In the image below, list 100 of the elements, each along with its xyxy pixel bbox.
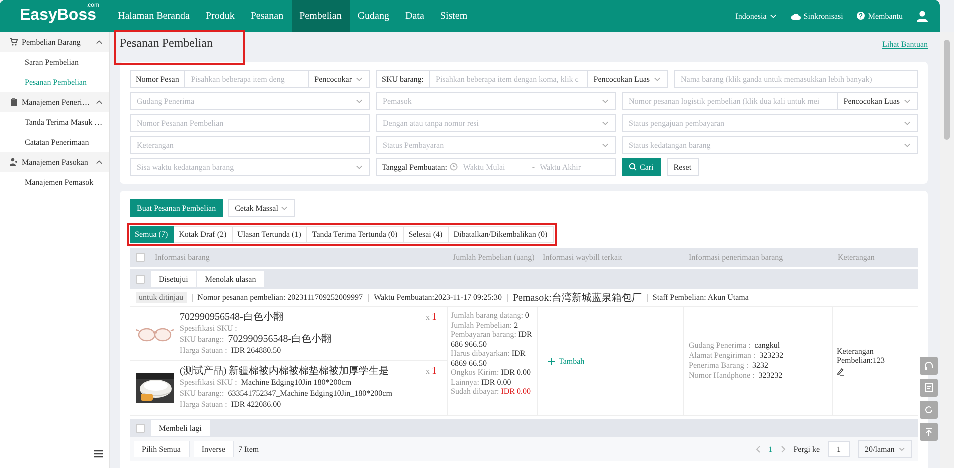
sidebar-item[interactable]: Manajemen Pemasok [0, 172, 109, 192]
document-icon[interactable] [920, 379, 938, 397]
product-detail: SKU barang:: 702990956548-白色小翻 [180, 335, 333, 345]
nav-tab[interactable]: Produk [198, 0, 243, 32]
bulk-action-button[interactable]: Menolak ulasan [197, 271, 266, 287]
text-field[interactable]: Pisahkan beberapa item dengan koma, klik c [429, 70, 588, 88]
purchase-note: Keterangan Pembelian:123 [837, 346, 886, 364]
page-size-select[interactable]: 20/laman [858, 440, 912, 458]
menu-icon[interactable] [94, 450, 103, 458]
nav-tab[interactable]: Halaman Beranda [110, 0, 198, 32]
page-input[interactable]: 1 [828, 441, 850, 457]
amount-line: Jumlah barang datang: 0 [451, 311, 530, 320]
help-button[interactable]: Membantu [857, 12, 903, 20]
caret-icon [356, 98, 363, 104]
back-to-top-icon[interactable] [920, 423, 938, 441]
buy-again-button[interactable]: Membeli lagi [151, 420, 211, 436]
nav-tab[interactable]: Sistem [432, 0, 476, 32]
inverse-button[interactable]: Inverse [194, 441, 234, 457]
caret-icon [654, 76, 661, 82]
column-header: Jumlah Pembelian (uang) [453, 253, 535, 262]
sidebar-item[interactable]: Tanda Terima Masuk … [0, 112, 109, 132]
clock-icon [450, 163, 458, 171]
sync-button[interactable]: Sinkronisasi [790, 12, 844, 20]
text-field[interactable]: Nama barang (klik ganda untuk memasukkan lebih banyak) [674, 70, 918, 88]
amount-line: Lainnya: IDR 0.00 [451, 378, 512, 387]
sidebar-group[interactable]: Manajemen Pasokan [0, 152, 109, 172]
caret-icon [281, 206, 288, 210]
cart-icon [10, 38, 18, 46]
item-count: 7 Item [238, 444, 260, 454]
sidebar-group[interactable]: Manajemen Peneri… [0, 92, 109, 112]
amount-line: Pembayaran barang: IDR 686 966.50 [451, 330, 534, 349]
select-all-button[interactable]: Pilih Semua [134, 441, 190, 457]
product-detail: Harga Satuan : IDR 422086.00 [180, 400, 282, 410]
search-button[interactable]: Cari [622, 158, 661, 176]
clipboard-icon [10, 98, 18, 106]
order-info: Staff Pembelian: Akun Utama [652, 293, 749, 302]
match-select[interactable]: Pencocokan Luas [588, 70, 668, 88]
refresh-icon[interactable] [920, 401, 938, 419]
bulk-action-button[interactable]: Disetujui [151, 271, 198, 287]
sidebar-group[interactable]: Pembelian Barang [0, 32, 109, 52]
nav-tab[interactable]: Data [398, 0, 432, 32]
column-header: Informasi waybill terkait [543, 253, 623, 262]
caret-icon [602, 98, 609, 104]
create-order-button[interactable]: Buat Pesanan Pembelian [130, 199, 224, 217]
caret-icon [904, 98, 911, 104]
text-field[interactable]: Nomor Pesanan Pembelian [130, 114, 370, 132]
nav-tab[interactable]: Gudang [350, 0, 398, 32]
receiving-detail: Gudang Penerima : cangkul [689, 341, 782, 351]
bulk-print-button[interactable]: Cetak Massal [228, 199, 296, 217]
checkbox[interactable] [136, 424, 145, 432]
tab[interactable]: Tanda Terima Tertunda (0) [307, 226, 404, 243]
match-select[interactable]: Pencocokan Luas [838, 92, 918, 110]
tab[interactable]: Semua (7) [130, 226, 174, 243]
tab[interactable]: Selesai (4) [404, 226, 449, 243]
receiving-detail: Penerima Barang : 3232 [689, 361, 770, 371]
tab[interactable]: Dibatalkan/Dikembalikan (0) [448, 226, 554, 243]
caret-icon [904, 120, 911, 126]
match-select[interactable]: Pencocokar [308, 70, 370, 88]
add-waybill-link[interactable]: Tambah [548, 356, 585, 366]
nav-tab[interactable]: Pembelian [292, 0, 350, 32]
caret-icon [356, 164, 363, 170]
headset-icon[interactable] [920, 357, 938, 375]
page-title: Pesanan Pembelian [114, 30, 245, 64]
text-field[interactable]: Keterangan [130, 136, 370, 154]
nav-tab[interactable]: Pesanan [242, 0, 292, 32]
user-icon[interactable] [917, 10, 928, 22]
reset-button[interactable]: Reset [666, 158, 699, 176]
product-detail: Spesifikasi SKU : Machine Edging10Jin 180*200cm [180, 378, 353, 388]
text-field[interactable]: Nomor pesanan logistik pembelian (klik dua kali untuk mei [622, 92, 838, 110]
order-info: Nomor pesanan pembelian: 2023111709252009997 [198, 293, 364, 302]
sidebar-item[interactable]: Saran Pembelian [0, 52, 109, 72]
product-detail: SKU barang:: 633541752347_Machine Edging10Jin_180*200cm [180, 389, 394, 399]
receiving-detail: Nomor Handphone : 323232 [689, 371, 784, 381]
date-range-field[interactable]: Tanggal Pembuatan: Waktu Mulai - Waktu Akhir [376, 158, 616, 176]
sidebar-item[interactable]: Pesanan Pembelian [0, 72, 109, 92]
column-header: Informasi barang [155, 253, 210, 262]
text-field[interactable]: Pisahkan beberapa item deng [184, 70, 309, 88]
quantity: x 1 [426, 366, 437, 377]
search-icon [629, 163, 637, 171]
cloud-icon [790, 12, 801, 20]
language-select[interactable]: Indonesia [736, 12, 777, 20]
amount-line: Harus dibayarkan: IDR 6869 66.50 [451, 349, 527, 368]
select-all-checkbox[interactable] [136, 253, 145, 262]
amount-line: Jumlah Pembelian: 2 [451, 320, 520, 330]
checkbox[interactable] [136, 274, 145, 284]
caret-icon [602, 120, 609, 126]
amount-line: Sudah dibayar: IDR 0.00 [451, 387, 532, 396]
help-icon [857, 12, 866, 20]
tab[interactable]: Kotak Draf (2) [174, 226, 233, 243]
product-detail: Harga Satuan : IDR 264880.50 [180, 346, 282, 356]
edit-icon[interactable] [837, 368, 845, 376]
sidebar-item[interactable]: Catatan Penerimaan [0, 132, 109, 152]
previous-page-icon[interactable] [756, 446, 761, 452]
plus-icon [548, 358, 555, 364]
goto-label: Pergi ke [794, 444, 820, 454]
status-tag: untuk ditinjau [136, 292, 187, 303]
tab[interactable]: Ulasan Tertunda (1) [232, 226, 308, 243]
next-page-icon[interactable] [780, 446, 786, 452]
caret-icon [356, 76, 363, 82]
field-label: Tanggal Pembuatan: [382, 162, 448, 172]
